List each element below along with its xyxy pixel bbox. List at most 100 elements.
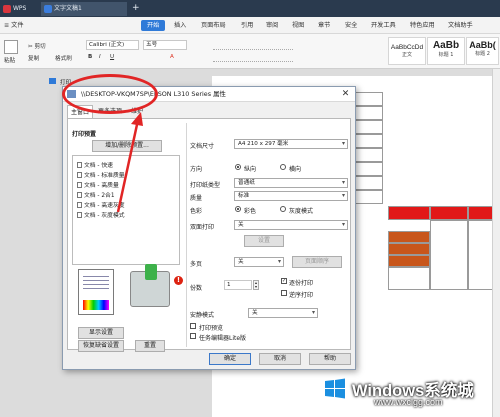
document-icon (77, 192, 82, 198)
document-icon (77, 182, 82, 188)
italic-button[interactable]: I (99, 54, 101, 60)
font-name-select[interactable]: Calibri (正文) (86, 40, 139, 50)
menu-references[interactable]: 引用 (241, 20, 253, 31)
title-bar: WPS 文字文稿1 + (0, 0, 500, 17)
reset-button[interactable]: 重置 (135, 340, 165, 352)
preview-line (83, 284, 109, 285)
menu-doc-assistant[interactable]: 文档助手 (448, 20, 473, 31)
paper-type-label: 打印纸类型 (190, 182, 221, 189)
style-normal[interactable]: AaBbCcDd 正文 (388, 37, 426, 65)
page-order-button[interactable]: 页面顺序 (292, 256, 342, 268)
table-cell[interactable] (388, 267, 430, 290)
style-heading-2-sample: AaBb( (469, 40, 496, 50)
format-painter-button[interactable]: 格式刷 (55, 54, 72, 62)
document-size-select[interactable]: A4 210 x 297 毫米 (234, 139, 348, 149)
vertical-scrollbar[interactable] (492, 69, 500, 417)
menu-insert[interactable]: 插入 (174, 20, 186, 31)
document-icon (77, 172, 82, 178)
paste-icon[interactable] (4, 40, 18, 54)
orientation-label: 方向 (190, 166, 203, 173)
watermark-url: www.wxclgg.com (374, 397, 443, 407)
print-icon (49, 78, 56, 84)
document-icon (44, 5, 52, 13)
duplex-settings-button[interactable]: 设置 (244, 235, 284, 247)
font-color-button[interactable]: A (170, 54, 174, 60)
bold-button[interactable]: B (88, 54, 92, 60)
style-heading-2[interactable]: AaBb( 标题 2 (466, 37, 499, 65)
paper-type-select[interactable]: 普通纸 (234, 178, 348, 188)
ink-icon (145, 264, 157, 280)
preview-line (83, 288, 109, 289)
copies-input[interactable]: 1 (224, 280, 252, 290)
menu-features[interactable]: 特色应用 (410, 20, 435, 31)
reverse-order-checkbox[interactable] (281, 290, 287, 296)
help-button[interactable]: 帮助 (309, 353, 351, 365)
menu-security[interactable]: 安全 (345, 20, 357, 31)
quality-select[interactable]: 标准 (234, 191, 348, 201)
cut-button[interactable]: ✂ 剪切 (28, 42, 46, 50)
wps-logo-icon (3, 5, 11, 13)
show-settings-button[interactable]: 显示设置 (78, 327, 124, 339)
menu-start[interactable]: 开始 (141, 20, 166, 31)
file-menu[interactable]: ≡ 文件 (4, 20, 24, 31)
reverse-order-label: 逆序打印 (289, 292, 314, 299)
style-heading-1-name: 标题 1 (438, 52, 454, 58)
job-arranger-checkbox[interactable] (190, 333, 196, 339)
portrait-radio[interactable] (235, 164, 241, 170)
copy-button[interactable]: 复制 (28, 54, 39, 62)
cancel-button[interactable]: 取消 (259, 353, 301, 365)
multi-page-select[interactable]: 关 (234, 257, 284, 267)
alignment-tools[interactable] (213, 54, 293, 62)
restore-defaults-button[interactable]: 恢复缺省设置 (78, 340, 124, 352)
preview-line (83, 276, 109, 277)
warning-icon: ! (174, 276, 183, 285)
menu-developer[interactable]: 开发工具 (371, 20, 396, 31)
new-tab-button[interactable]: + (128, 2, 144, 16)
close-icon[interactable]: ✕ (339, 88, 352, 100)
grayscale-radio[interactable] (280, 206, 286, 212)
menu-view[interactable]: 视图 (292, 20, 304, 31)
document-size-label: 文档尺寸 (190, 143, 215, 150)
style-heading-1[interactable]: AaBb 标题 1 (427, 37, 465, 65)
quiet-mode-select[interactable]: 关 (248, 308, 318, 318)
annotation-ellipse (62, 74, 158, 114)
table-highlight-cell[interactable] (388, 231, 430, 243)
menu-review[interactable]: 审阅 (266, 20, 278, 31)
color-label: 色彩 (190, 208, 203, 215)
table-header-cell[interactable] (430, 206, 468, 220)
underline-button[interactable]: U (110, 54, 114, 60)
font-size-select[interactable]: 五号 (143, 40, 187, 50)
color-radio[interactable] (235, 206, 241, 212)
windows-logo-icon (325, 378, 345, 399)
grayscale-label: 灰度模式 (289, 208, 314, 215)
tab-document[interactable]: 文字文稿1 (41, 2, 127, 16)
style-normal-name: 正文 (401, 52, 412, 58)
print-preview-label: 打印预览 (199, 325, 224, 332)
tab-wps[interactable]: WPS (0, 2, 31, 16)
annotation-arrow-icon (116, 112, 143, 213)
paragraph-tools[interactable] (213, 42, 293, 50)
quiet-mode-label: 安静模式 (190, 312, 215, 319)
collate-checkbox[interactable]: ✓ (281, 278, 287, 284)
page-preview (78, 269, 114, 315)
duplex-select[interactable]: 关 (234, 220, 348, 230)
document-icon (77, 202, 82, 208)
paste-label[interactable]: 粘贴 (4, 56, 15, 64)
print-preview-checkbox[interactable] (190, 323, 196, 329)
table-highlight-cell[interactable] (388, 255, 430, 267)
table-cell[interactable] (430, 220, 468, 290)
style-normal-sample: AaBbCcDd (390, 44, 424, 51)
tab-wps-label: WPS (13, 5, 27, 12)
quality-label: 质量 (190, 195, 203, 202)
color-option-label: 彩色 (244, 208, 257, 215)
ok-button[interactable]: 确定 (209, 353, 251, 365)
menu-page-layout[interactable]: 页面布局 (201, 20, 226, 31)
copies-spinner[interactable]: ▴ ▾ (253, 280, 259, 290)
table-header-cell[interactable] (388, 206, 430, 220)
tab-document-label: 文字文稿1 (54, 5, 82, 12)
menu-chapter[interactable]: 章节 (318, 20, 330, 31)
landscape-radio[interactable] (280, 164, 286, 170)
table-highlight-cell[interactable] (388, 243, 430, 255)
job-arranger-label: 任务编辑器Lite版 (199, 335, 247, 342)
preview-line (83, 280, 109, 281)
